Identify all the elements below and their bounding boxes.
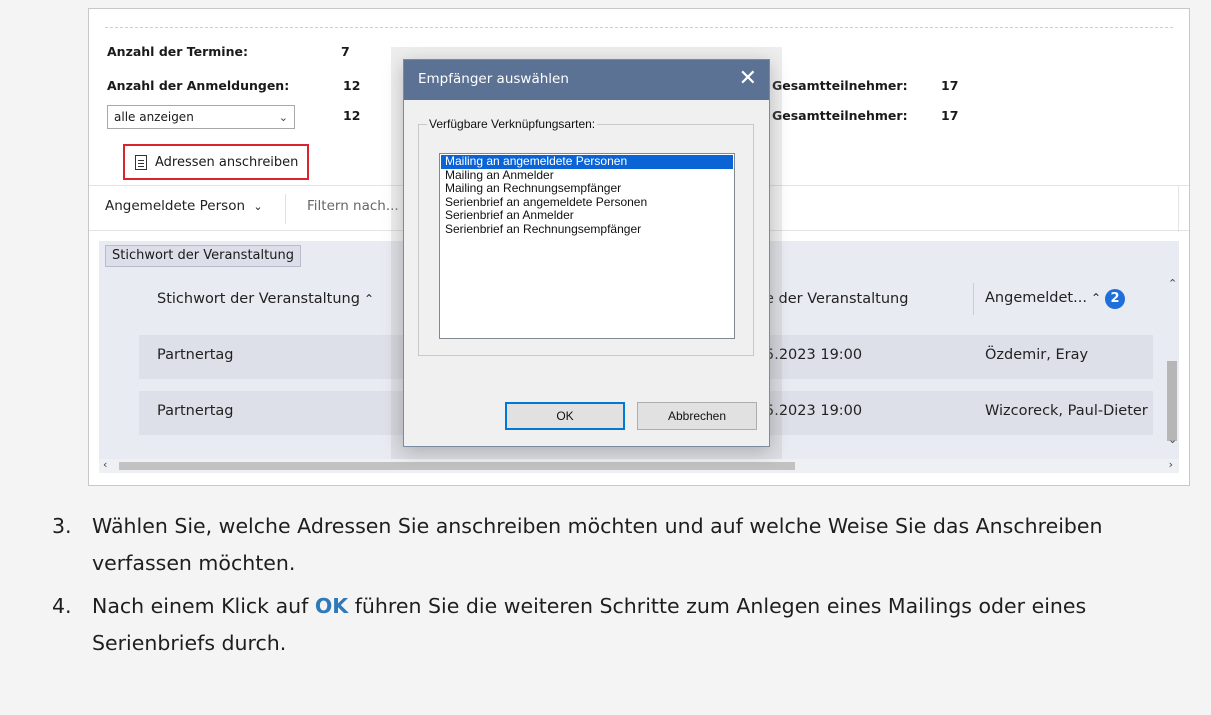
- sort-ascending-icon: ⌃: [1090, 291, 1102, 305]
- column-header-label: Angemeldet...: [985, 290, 1087, 306]
- scrollbar-thumb[interactable]: [1167, 361, 1177, 441]
- step-number: 4.: [52, 594, 72, 618]
- column-header-stichwort[interactable]: Stichwort der Veranstaltung ⌃: [157, 291, 374, 307]
- person-dropdown[interactable]: Angemeldete Person ⌄: [105, 198, 263, 214]
- sort-ascending-icon: ⌃: [363, 292, 374, 306]
- step-text: Wählen Sie, welche Adressen Sie anschrei…: [92, 514, 1103, 575]
- address-letter-button[interactable]: Adressen anschreiben: [123, 144, 309, 180]
- select-recipients-dialog: Empfänger auswählen ✕ Verfügbare Verknüp…: [403, 59, 770, 447]
- filter-input[interactable]: Filtern nach...: [307, 198, 399, 214]
- toolbar-divider: [1178, 186, 1179, 232]
- chevron-down-icon: ⌄: [253, 200, 263, 213]
- ok-button[interactable]: OK: [505, 402, 625, 430]
- scroll-down-icon[interactable]: ⌄: [1168, 433, 1177, 446]
- list-item[interactable]: Serienbrief an angemeldete Personen: [441, 195, 733, 210]
- list-item[interactable]: Serienbrief an Anmelder: [441, 208, 733, 223]
- ok-emphasis: OK: [314, 594, 349, 618]
- termine-label: Anzahl der Termine:: [107, 44, 248, 59]
- gesamtteilnehmer-label: Gesamtteilnehmer:: [772, 78, 908, 93]
- gesamtteilnehmer-label-2: Gesamtteilnehmer:: [772, 108, 908, 123]
- gesamtteilnehmer-value-2: 17: [941, 108, 959, 123]
- dashed-divider: [105, 27, 1173, 28]
- horizontal-scrollbar[interactable]: ‹ ›: [99, 458, 1179, 473]
- step-text-before: Nach einem Klick auf: [92, 594, 309, 618]
- link-types-listbox[interactable]: Mailing an angemeldete Personen Mailing …: [439, 153, 735, 339]
- cell-person: Özdemir, Eray: [985, 347, 1089, 363]
- cell-stichwort: Partnertag: [157, 403, 234, 419]
- sort-order-badge: 2: [1105, 289, 1126, 309]
- list-item[interactable]: Mailing an Anmelder: [441, 168, 733, 183]
- column-header-angemeldet[interactable]: Angemeldet... ⌃ 2: [985, 289, 1126, 309]
- anmeldungen-label: Anzahl der Anmeldungen:: [107, 78, 290, 93]
- toolbar-divider: [285, 194, 286, 224]
- scroll-up-icon[interactable]: ⌃: [1168, 277, 1177, 290]
- dialog-titlebar: Empfänger auswählen ✕: [404, 60, 769, 100]
- cell-stichwort: Partnertag: [157, 347, 234, 363]
- scroll-left-icon[interactable]: ‹: [103, 458, 107, 471]
- cell-datum: 5.2023 19:00: [765, 347, 863, 363]
- list-item[interactable]: Mailing an angemeldete Personen: [441, 154, 733, 169]
- person-dropdown-label: Angemeldete Person: [105, 198, 246, 214]
- link-types-label: Verfügbare Verknüpfungsarten:: [427, 117, 598, 131]
- vertical-scrollbar[interactable]: ⌃ ⌄: [1165, 277, 1179, 449]
- dialog-title: Empfänger auswählen: [418, 71, 569, 87]
- instruction-step: 3. Wählen Sie, welche Adressen Sie ansch…: [52, 508, 1192, 582]
- cancel-button[interactable]: Abbrechen: [637, 402, 757, 430]
- filtered-count-value: 12: [343, 108, 361, 123]
- group-by-chip[interactable]: Stichwort der Veranstaltung: [105, 245, 301, 267]
- link-types-group: Verfügbare Verknüpfungsarten: Mailing an…: [418, 117, 754, 356]
- scroll-right-icon[interactable]: ›: [1169, 458, 1173, 471]
- step-number: 3.: [52, 514, 72, 538]
- address-letter-label: Adressen anschreiben: [155, 154, 299, 170]
- close-icon[interactable]: ✕: [739, 65, 757, 91]
- instruction-steps: 3. Wählen Sie, welche Adressen Sie ansch…: [52, 508, 1192, 668]
- chevron-down-icon: ⌄: [278, 110, 288, 124]
- scrollbar-thumb[interactable]: [119, 462, 795, 470]
- list-item[interactable]: Serienbrief an Rechnungsempfänger: [441, 222, 733, 237]
- cell-datum: 5.2023 19:00: [765, 403, 863, 419]
- display-filter-select[interactable]: alle anzeigen ⌄: [107, 105, 295, 129]
- column-header-datum[interactable]: e der Veranstaltung: [765, 291, 908, 307]
- list-item[interactable]: Mailing an Rechnungsempfänger: [441, 181, 733, 196]
- display-filter-value: alle anzeigen: [114, 110, 194, 124]
- anmeldungen-value: 12: [343, 78, 361, 93]
- document-icon: [135, 154, 147, 170]
- termine-value: 7: [341, 44, 350, 59]
- gesamtteilnehmer-value: 17: [941, 78, 959, 93]
- cell-person: Wizcoreck, Paul-Dieter: [985, 403, 1148, 419]
- column-divider: [973, 283, 974, 315]
- column-header-label: Stichwort der Veranstaltung: [157, 291, 360, 307]
- instruction-step: 4. Nach einem Klick auf OK führen Sie di…: [52, 588, 1192, 662]
